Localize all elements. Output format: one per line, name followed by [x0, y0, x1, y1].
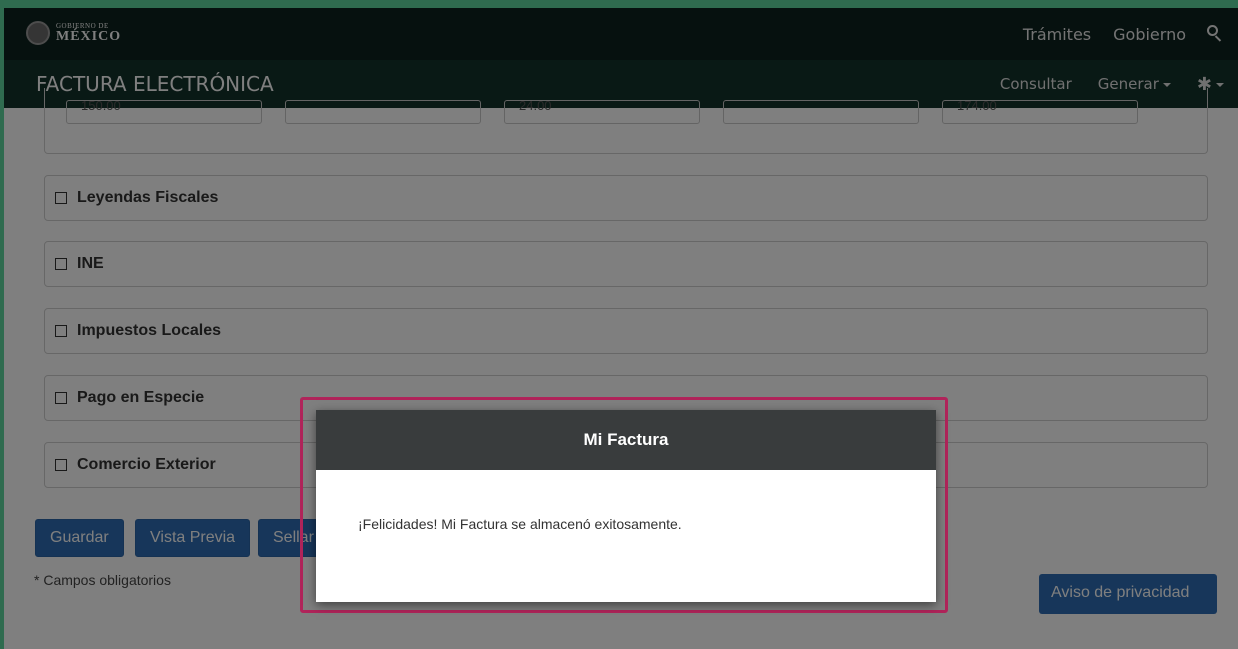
dialog-title: Mi Factura — [316, 410, 936, 470]
success-dialog: Mi Factura ¡Felicidades! Mi Factura se a… — [316, 410, 936, 602]
dialog-message: ¡Felicidades! Mi Factura se almacenó exi… — [358, 516, 682, 532]
